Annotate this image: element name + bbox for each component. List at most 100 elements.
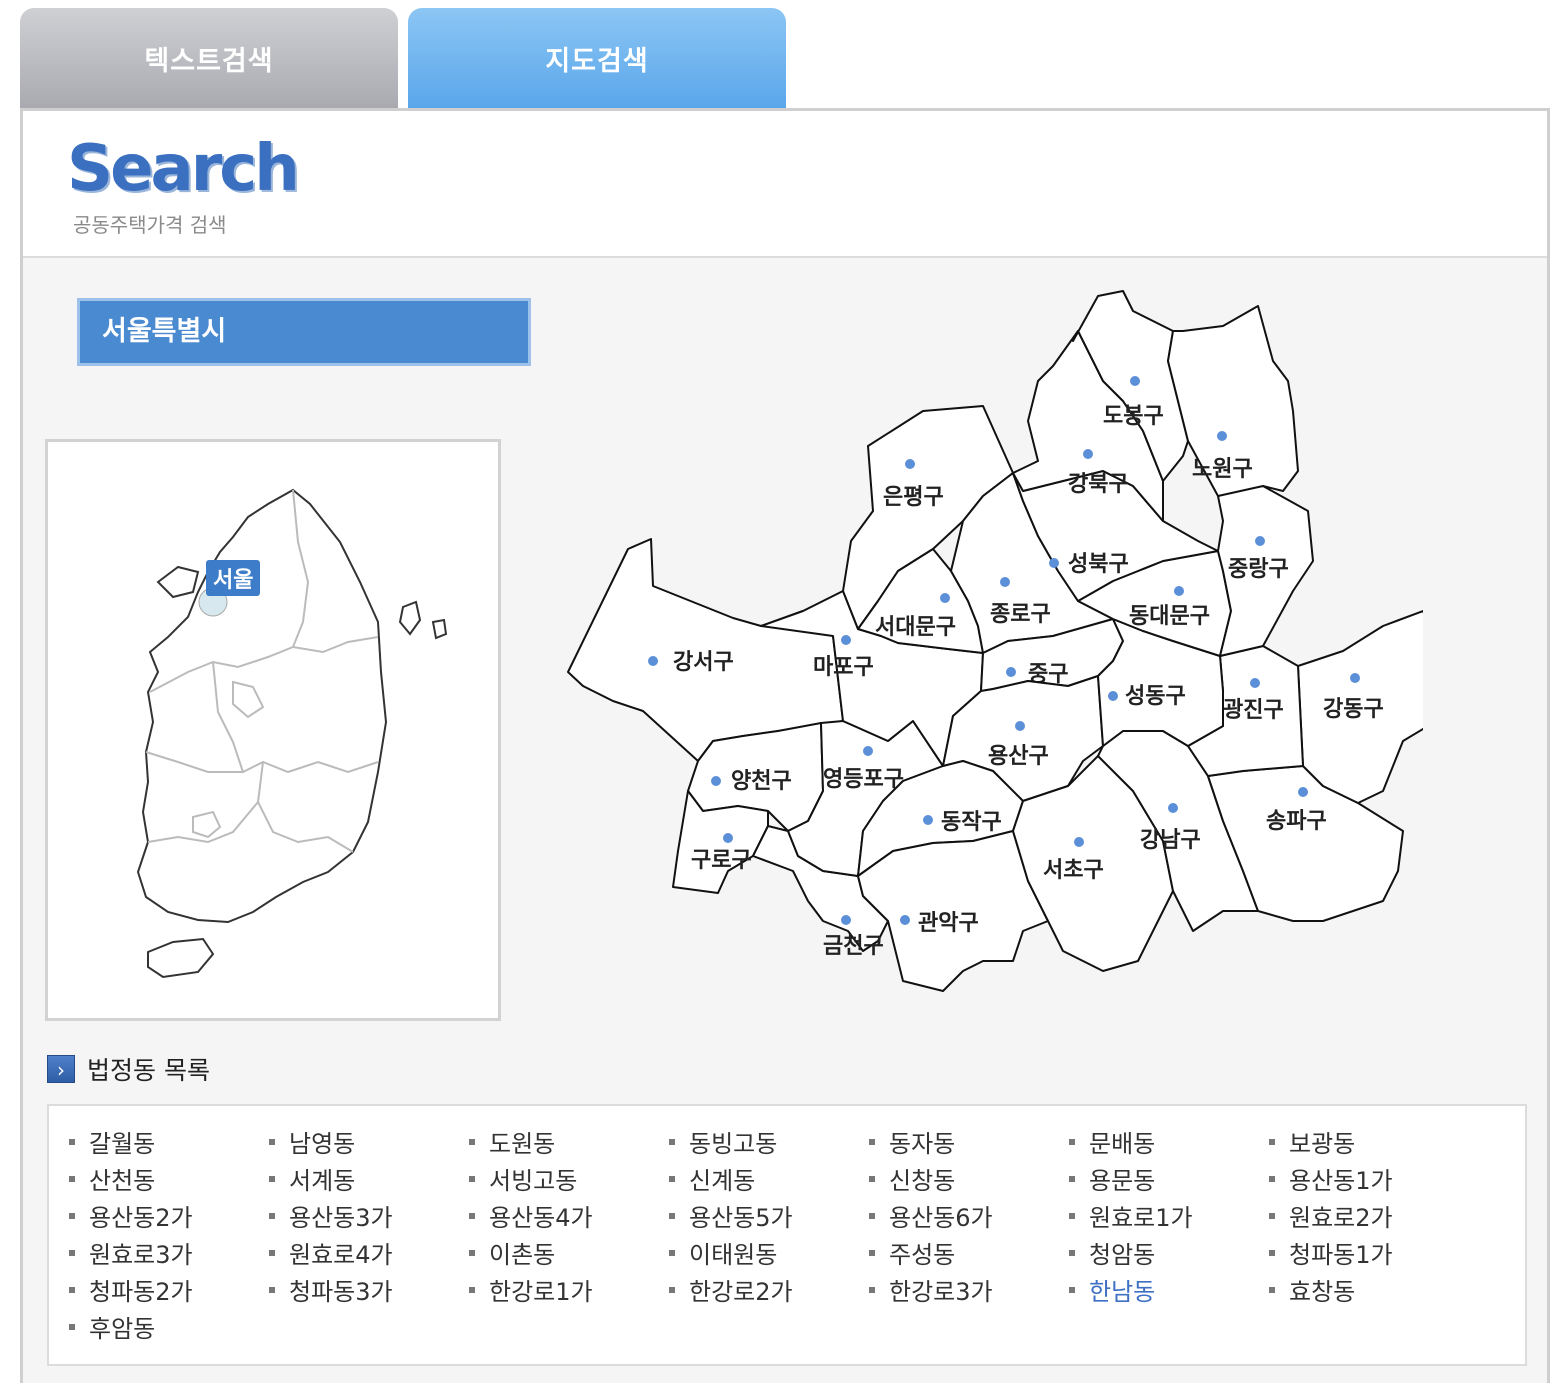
- district-label[interactable]: 양천구: [731, 769, 792, 794]
- dong-link[interactable]: 원효로1가: [1069, 1197, 1269, 1234]
- dong-label[interactable]: 갈월동: [89, 1124, 155, 1159]
- dong-label[interactable]: 원효로4가: [289, 1235, 393, 1270]
- district-17[interactable]: 강동구: [1297, 610, 1423, 804]
- dong-label[interactable]: 신창동: [889, 1161, 955, 1196]
- dong-label[interactable]: 용산동4가: [489, 1198, 593, 1233]
- dong-label[interactable]: 한강로2가: [689, 1272, 793, 1307]
- district-label[interactable]: 서초구: [1043, 858, 1104, 883]
- dong-label[interactable]: 문배동: [1089, 1124, 1155, 1159]
- dong-link[interactable]: 용산동1가: [1269, 1160, 1469, 1197]
- dong-link[interactable]: 원효로4가: [269, 1234, 469, 1271]
- region-selector[interactable]: 서울특별시: [77, 298, 531, 366]
- district-label[interactable]: 구로구: [691, 848, 752, 873]
- district-label[interactable]: 관악구: [918, 911, 979, 936]
- dong-label[interactable]: 한강로1가: [489, 1272, 593, 1307]
- dong-link[interactable]: 갈월동: [69, 1123, 269, 1160]
- dong-link[interactable]: 효창동: [1269, 1271, 1469, 1308]
- dong-link[interactable]: 이태원동: [669, 1234, 869, 1271]
- dong-link[interactable]: 원효로3가: [69, 1234, 269, 1271]
- district-label[interactable]: 금천구: [823, 934, 884, 959]
- dong-label[interactable]: 도원동: [489, 1124, 555, 1159]
- dong-label[interactable]: 후암동: [89, 1309, 155, 1344]
- dong-label[interactable]: 남영동: [289, 1124, 355, 1159]
- dong-link[interactable]: 서빙고동: [469, 1160, 669, 1197]
- dong-label[interactable]: 용산동1가: [1289, 1161, 1393, 1196]
- dong-link[interactable]: 용산동3가: [269, 1197, 469, 1234]
- district-label[interactable]: 마포구: [813, 655, 874, 680]
- dong-label[interactable]: 주성동: [889, 1235, 955, 1270]
- district-label[interactable]: 중랑구: [1228, 557, 1289, 582]
- dong-link[interactable]: 한강로1가: [469, 1271, 669, 1308]
- dong-label[interactable]: 이태원동: [689, 1235, 777, 1270]
- district-label[interactable]: 동대문구: [1129, 604, 1210, 629]
- district-label[interactable]: 광진구: [1223, 698, 1284, 723]
- dong-link[interactable]: 서계동: [269, 1160, 469, 1197]
- seoul-label[interactable]: 서울: [206, 560, 261, 596]
- dong-label[interactable]: 신계동: [689, 1161, 755, 1196]
- dong-label[interactable]: 청파동2가: [89, 1272, 193, 1307]
- dong-label[interactable]: 한강로3가: [889, 1272, 993, 1307]
- district-label[interactable]: 서대문구: [875, 615, 956, 640]
- dong-label[interactable]: 서빙고동: [489, 1161, 577, 1196]
- dong-label[interactable]: 용산동2가: [89, 1198, 193, 1233]
- dong-label[interactable]: 효창동: [1289, 1272, 1355, 1307]
- dong-link[interactable]: 용산동6가: [869, 1197, 1069, 1234]
- dong-link[interactable]: 주성동: [869, 1234, 1069, 1271]
- dong-label[interactable]: 청암동: [1089, 1235, 1155, 1270]
- dong-link[interactable]: 신창동: [869, 1160, 1069, 1197]
- dong-label[interactable]: 원효로2가: [1289, 1198, 1393, 1233]
- dong-label[interactable]: 용산동5가: [689, 1198, 793, 1233]
- dong-label[interactable]: 동빙고동: [689, 1124, 777, 1159]
- dong-label[interactable]: 보광동: [1289, 1124, 1355, 1159]
- dong-label[interactable]: 용산동6가: [889, 1198, 993, 1233]
- dong-link[interactable]: 문배동: [1069, 1123, 1269, 1160]
- dong-link[interactable]: 신계동: [669, 1160, 869, 1197]
- dong-label[interactable]: 이촌동: [489, 1235, 555, 1270]
- district-label[interactable]: 강동구: [1323, 697, 1384, 722]
- dong-label[interactable]: 청파동3가: [289, 1272, 393, 1307]
- dong-link[interactable]: 동빙고동: [669, 1123, 869, 1160]
- dong-link[interactable]: 용산동4가: [469, 1197, 669, 1234]
- dong-label[interactable]: 청파동1가: [1289, 1235, 1393, 1270]
- dong-label[interactable]: 동자동: [889, 1124, 955, 1159]
- dong-label[interactable]: 용문동: [1089, 1161, 1155, 1196]
- dong-link[interactable]: 동자동: [869, 1123, 1069, 1160]
- district-label[interactable]: 성동구: [1125, 684, 1186, 709]
- district-label[interactable]: 종로구: [990, 602, 1051, 627]
- seoul-district-map[interactable]: 강서구양천구구로구금천구영등포구마포구은평구서대문구종로구중구용산구동작구관악구…: [523, 271, 1423, 1031]
- dong-link[interactable]: 한강로3가: [869, 1271, 1069, 1308]
- dong-link[interactable]: 한남동: [1069, 1271, 1269, 1308]
- dong-link[interactable]: 청암동: [1069, 1234, 1269, 1271]
- dong-label[interactable]: 한남동: [1089, 1272, 1155, 1307]
- district-label[interactable]: 강북구: [1068, 472, 1129, 497]
- district-21[interactable]: 중랑구: [1217, 485, 1314, 657]
- district-label[interactable]: 도봉구: [1103, 404, 1164, 429]
- dong-link[interactable]: 용문동: [1069, 1160, 1269, 1197]
- dong-label[interactable]: 원효로1가: [1089, 1198, 1193, 1233]
- dong-link[interactable]: 도원동: [469, 1123, 669, 1160]
- district-label[interactable]: 동작구: [941, 810, 1002, 835]
- dong-label[interactable]: 용산동3가: [289, 1198, 393, 1233]
- dong-link[interactable]: 청파동1가: [1269, 1234, 1469, 1271]
- dong-link[interactable]: 청파동2가: [69, 1271, 269, 1308]
- dong-link[interactable]: 청파동3가: [269, 1271, 469, 1308]
- district-label[interactable]: 노원구: [1192, 457, 1253, 482]
- dong-link[interactable]: 산천동: [69, 1160, 269, 1197]
- dong-link[interactable]: 이촌동: [469, 1234, 669, 1271]
- district-label[interactable]: 성북구: [1068, 552, 1129, 577]
- dong-link[interactable]: 후암동: [69, 1308, 269, 1345]
- tab-map-search[interactable]: 지도검색: [408, 8, 786, 108]
- district-25[interactable]: 노원구: [1167, 305, 1299, 497]
- district-label[interactable]: 강서구: [673, 650, 734, 675]
- dong-link[interactable]: 보광동: [1269, 1123, 1469, 1160]
- dong-label[interactable]: 서계동: [289, 1161, 355, 1196]
- korea-mini-map[interactable]: 서울: [45, 439, 501, 1021]
- district-label[interactable]: 강남구: [1140, 828, 1201, 853]
- dong-link[interactable]: 용산동5가: [669, 1197, 869, 1234]
- district-label[interactable]: 영등포구: [823, 767, 904, 792]
- dong-label[interactable]: 원효로3가: [89, 1235, 193, 1270]
- tab-text-search[interactable]: 텍스트검색: [20, 8, 398, 108]
- dong-link[interactable]: 원효로2가: [1269, 1197, 1469, 1234]
- district-label[interactable]: 용산구: [988, 744, 1049, 769]
- dong-link[interactable]: 한강로2가: [669, 1271, 869, 1308]
